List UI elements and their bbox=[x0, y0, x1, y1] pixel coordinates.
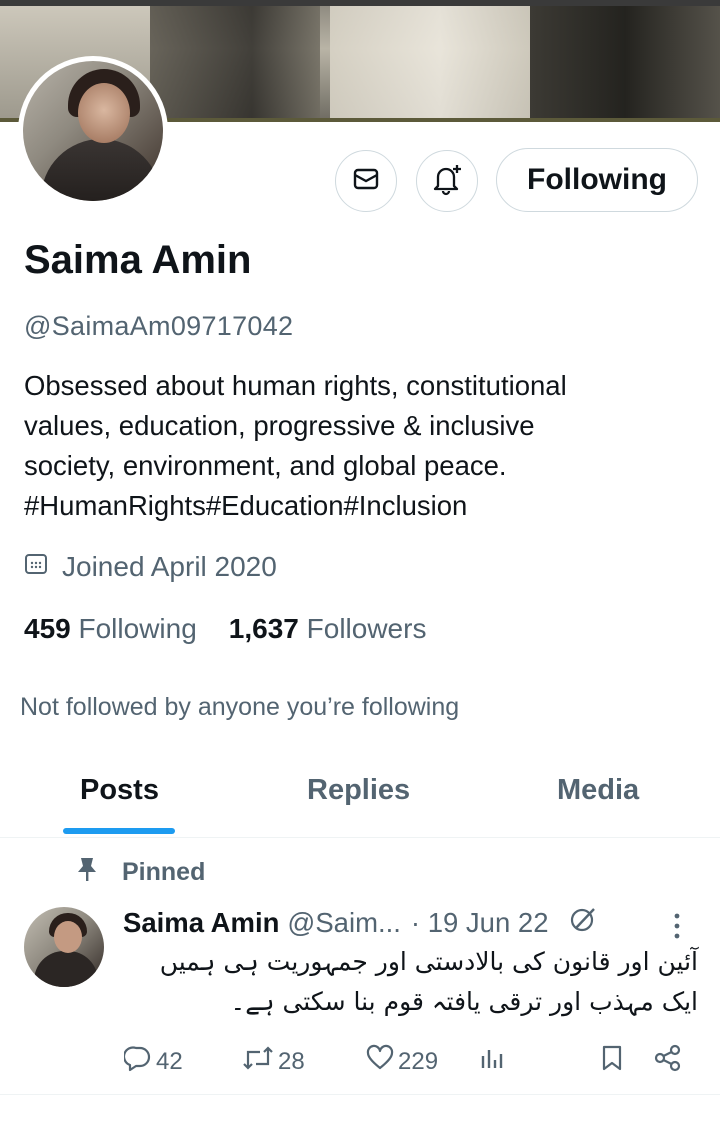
reply-count: 42 bbox=[156, 1047, 183, 1075]
profile-tabs: Posts Replies Media bbox=[0, 760, 720, 838]
post-author-avatar[interactable] bbox=[24, 907, 104, 987]
bell-plus-icon bbox=[430, 162, 464, 201]
not-followed-notice: Not followed by anyone you’re following bbox=[20, 693, 460, 721]
tab-posts[interactable]: Posts bbox=[80, 774, 159, 807]
banner-photo-part bbox=[530, 0, 720, 122]
more-icon[interactable] bbox=[672, 912, 682, 945]
post-divider bbox=[0, 1094, 720, 1095]
following-button[interactable]: Following bbox=[496, 148, 698, 212]
pinned-indicator: Pinned bbox=[76, 856, 205, 889]
notifications-button[interactable] bbox=[416, 150, 478, 212]
pinned-label: Pinned bbox=[122, 858, 206, 886]
bookmark-icon bbox=[600, 1044, 628, 1079]
post-author-name[interactable]: Saima Amin bbox=[123, 907, 279, 939]
avatar-body bbox=[34, 951, 98, 987]
bio-line: society, environment, and global peace. bbox=[24, 450, 507, 481]
bookmark-button[interactable] bbox=[600, 1044, 628, 1079]
retweet-count: 28 bbox=[278, 1047, 305, 1075]
avatar-image bbox=[23, 61, 163, 201]
post-actions: 42 28 229 bbox=[0, 1040, 720, 1080]
avatar-face bbox=[78, 83, 130, 143]
avatar-face bbox=[54, 921, 82, 953]
bio-line: values, education, progressive & inclusi… bbox=[24, 410, 535, 441]
followers-label: Followers bbox=[306, 613, 427, 644]
following-stat[interactable]: 459 Following bbox=[24, 613, 197, 645]
reply-icon bbox=[122, 1044, 156, 1079]
like-button[interactable]: 229 bbox=[366, 1044, 438, 1079]
follow-stats: 459 Following 1,637 Followers bbox=[24, 613, 458, 645]
banner-photo-part bbox=[330, 0, 550, 122]
pin-icon bbox=[76, 856, 122, 889]
post-header: Saima Amin @Saim... · 19 Jun 22 bbox=[123, 905, 597, 940]
followers-count: 1,637 bbox=[228, 613, 299, 644]
post-text-line: آئین اور قانون کی بالادستی اور جمہوریت ہ… bbox=[159, 947, 698, 976]
retweet-button[interactable]: 28 bbox=[242, 1044, 305, 1079]
profile-bio: Obsessed about human rights, constitutio… bbox=[24, 366, 704, 526]
like-count: 229 bbox=[398, 1047, 439, 1075]
joined-text: Joined April 2020 bbox=[62, 551, 277, 582]
following-count: 459 bbox=[24, 613, 71, 644]
edited-icon[interactable] bbox=[569, 905, 597, 940]
share-button[interactable] bbox=[653, 1044, 687, 1079]
tab-replies[interactable]: Replies bbox=[307, 774, 410, 807]
joined-date: Joined April 2020 bbox=[24, 551, 277, 583]
reply-button[interactable]: 42 bbox=[122, 1044, 183, 1079]
banner-top-edge bbox=[0, 0, 720, 6]
post-author-handle[interactable]: @Saim... bbox=[287, 907, 401, 939]
following-label: Following bbox=[78, 613, 197, 644]
heart-icon bbox=[366, 1044, 398, 1079]
active-tab-indicator bbox=[63, 828, 175, 834]
views-icon bbox=[480, 1044, 510, 1079]
post-text: آئین اور قانون کی بالادستی اور جمہوریت ہ… bbox=[120, 942, 698, 1022]
profile-name: Saima Amin bbox=[24, 238, 252, 282]
post-date[interactable]: · 19 Jun 22 bbox=[411, 907, 549, 939]
retweet-icon bbox=[242, 1044, 278, 1079]
bio-hashtags[interactable]: #HumanRights#Education#Inclusion bbox=[24, 486, 704, 526]
avatar-body bbox=[41, 139, 161, 201]
share-icon bbox=[653, 1044, 687, 1079]
mail-icon bbox=[353, 168, 379, 195]
views-button[interactable] bbox=[480, 1044, 510, 1079]
followers-stat[interactable]: 1,637 Followers bbox=[229, 613, 427, 645]
profile-avatar[interactable] bbox=[18, 56, 168, 206]
bio-line: Obsessed about human rights, constitutio… bbox=[24, 370, 567, 401]
profile-handle: @SaimaAm09717042 bbox=[24, 311, 294, 341]
message-button[interactable] bbox=[335, 150, 397, 212]
post-text-line: ایک مہذب اور ترقی یافتہ قوم بنا سکتی ہے۔ bbox=[230, 987, 698, 1016]
tab-media[interactable]: Media bbox=[557, 774, 639, 807]
banner-photo-part bbox=[150, 0, 320, 122]
calendar-icon bbox=[24, 551, 62, 583]
